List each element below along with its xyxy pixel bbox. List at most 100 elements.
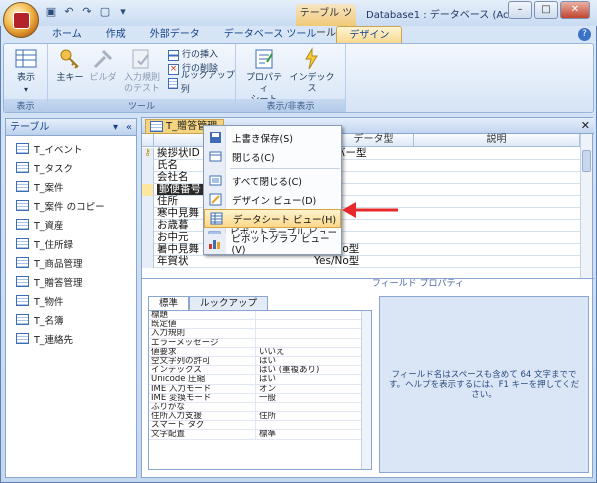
property-row[interactable]: スマート タグ [149, 421, 371, 431]
save-icon [209, 132, 221, 143]
tab-lookup[interactable]: ルックアップ [189, 296, 269, 310]
property-row[interactable]: ふりがな [149, 402, 371, 413]
property-sheet-button[interactable]: プロパティ シート [242, 47, 286, 106]
nav-item[interactable]: T_案件 のコピー [6, 196, 136, 215]
property-row[interactable]: IME 入力モード オン [149, 384, 371, 394]
tab-external-data[interactable]: 外部データ [138, 26, 212, 44]
collapse-icon: « [125, 122, 132, 133]
tab-design[interactable]: デザイン [336, 26, 403, 44]
menu-item-save[interactable]: 上書き保存(S) [204, 128, 341, 147]
nav-item[interactable]: T_商品管理 [6, 253, 136, 272]
red-arrow-annotation [342, 202, 398, 218]
nav-item[interactable]: T_連絡先 [6, 329, 136, 348]
view-button-label: 表示 [16, 73, 35, 83]
property-tabs: 標準 ルックアップ [148, 296, 269, 310]
property-scrollbar[interactable] [361, 311, 371, 469]
table-icon [16, 314, 29, 325]
property-row[interactable]: エラーメッセージ [149, 338, 371, 348]
table-row[interactable]: 年賀状 Yes/No型 [142, 256, 580, 268]
save-icon[interactable]: ▣ [44, 5, 58, 19]
property-row[interactable]: 文字配置 標準 [149, 430, 371, 440]
minimize-button[interactable]: – [508, 1, 532, 19]
table-icon [16, 333, 29, 344]
help-icon[interactable]: ? [578, 28, 591, 41]
primary-key-button[interactable]: 主キー [54, 47, 86, 84]
property-row[interactable]: 標題 [149, 311, 371, 321]
menu-item-close[interactable]: 閉じる(C) [204, 147, 341, 166]
lookup-column-label: ルックアップ列 [180, 71, 235, 95]
table-icon [16, 143, 29, 154]
nav-item[interactable]: T_タスク [6, 158, 136, 177]
access-logo-icon [13, 12, 30, 29]
undo-icon[interactable]: ↶ [62, 5, 76, 19]
ribbon-tabs: ホーム 作成 外部データ データベース ツール デザイン [40, 26, 403, 44]
tab-general[interactable]: 標準 [148, 296, 190, 310]
table-icon [16, 181, 29, 192]
validation-icon [132, 49, 149, 69]
nav-item[interactable]: T_住所録 [6, 234, 136, 253]
menu-item-design-view[interactable]: デザイン ビュー(D) [204, 190, 341, 209]
design-view-icon [209, 193, 221, 206]
window-title: Database1 : データベース (Acce... [366, 10, 530, 21]
nav-item[interactable]: T_贈答管理 [6, 272, 136, 291]
group-tools: 主キー ビルダ 入力規則 のテスト 行の挿入 × 行の削除 ルックアップ列 ツール [48, 44, 236, 112]
table-icon [16, 219, 29, 230]
property-row[interactable]: 空文字列の許可 はい [149, 356, 371, 367]
view-button[interactable]: 表示 ▾ [8, 47, 44, 95]
table-icon [16, 257, 29, 268]
property-grid: 標題 既定値 入力規則 エラーメッセージ 値要求 いいえ 空文字列の許可 はい イン… [148, 310, 372, 470]
group-label-show-hide: 表示/非表示 [236, 99, 345, 112]
property-row[interactable]: Unicode 圧縮 はい [149, 375, 371, 385]
customize-qat-icon[interactable]: ▾ [116, 5, 130, 19]
property-row[interactable]: 入力規則 [149, 329, 371, 339]
navigation-pane: テーブル ▾ « T_イベント T_タスク T_案件 T_案件 のコピー T_資産 … [5, 118, 137, 478]
field-properties-label: フィールド プロパティ [142, 278, 594, 289]
lookup-column-icon [168, 77, 178, 89]
nav-item[interactable]: T_案件 [6, 177, 136, 196]
maximize-button[interactable]: □ [534, 1, 558, 19]
menu-item-pivot-chart-view[interactable]: ピボットグラフ ビュー(V) [204, 234, 341, 256]
indexes-button[interactable]: インデックス [286, 47, 338, 95]
scrollbar-thumb[interactable] [582, 150, 591, 172]
office-button[interactable] [3, 2, 39, 38]
nav-pane-header[interactable]: テーブル ▾ « [6, 119, 136, 136]
test-validation-button[interactable]: 入力規則 のテスト [120, 47, 164, 95]
builder-button[interactable]: ビルダ [88, 47, 118, 84]
group-label-view: 表示 [4, 99, 47, 112]
grid-vertical-scrollbar[interactable] [580, 134, 592, 278]
nav-item[interactable]: T_名簿 [6, 310, 136, 329]
property-row[interactable]: 住所入力支援 住所 [149, 412, 371, 422]
close-button[interactable]: ✕ [560, 1, 590, 19]
group-view: 表示 ▾ 表示 [4, 44, 48, 112]
nav-list: T_イベント T_タスク T_案件 T_案件 のコピー T_資産 T_住所録 T… [6, 139, 136, 348]
nav-item[interactable]: T_イベント [6, 139, 136, 158]
property-help-text: フィールド名はスペースも含めて 64 文字までです。ヘルプを表示するには、F1 … [379, 296, 589, 473]
row-selector-header [142, 134, 154, 147]
tab-create[interactable]: 作成 [94, 26, 138, 44]
delete-row-icon: × [168, 63, 179, 75]
description-column-header: 説明 [414, 134, 580, 147]
table-icon [16, 238, 29, 249]
insert-row-button[interactable]: 行の挿入 [168, 48, 235, 62]
new-doc-icon[interactable]: ▢ [98, 5, 112, 19]
insert-row-icon [168, 49, 179, 61]
tab-database-tools[interactable]: データベース ツール [212, 26, 329, 44]
redo-icon[interactable]: ↷ [80, 5, 94, 19]
nav-item[interactable]: T_物件 [6, 291, 136, 310]
lookup-column-button[interactable]: ルックアップ列 [168, 71, 235, 95]
table-icon [16, 200, 29, 211]
builder-label: ビルダ [89, 73, 117, 83]
nav-item[interactable]: T_資産 [6, 215, 136, 234]
pivot-chart-icon [209, 240, 221, 249]
quick-access-toolbar: ▣ ↶ ↷ ▢ ▾ [44, 5, 130, 21]
close-document-icon[interactable]: ✕ [581, 119, 590, 132]
property-row[interactable]: インデックス はい (重複あり) [149, 366, 371, 376]
menu-item-close-all[interactable]: すべて閉じる(C) [204, 171, 341, 190]
property-row[interactable]: 既定値 [149, 320, 371, 330]
property-row[interactable]: IME 変換モード 一般 [149, 393, 371, 403]
context-tab-table-tools: テーブル ツール [296, 4, 356, 39]
builder-icon [93, 49, 113, 69]
tab-home[interactable]: ホーム [40, 26, 94, 44]
nav-pane-title: テーブル [10, 122, 50, 133]
property-row[interactable]: 値要求 いいえ [149, 347, 371, 357]
